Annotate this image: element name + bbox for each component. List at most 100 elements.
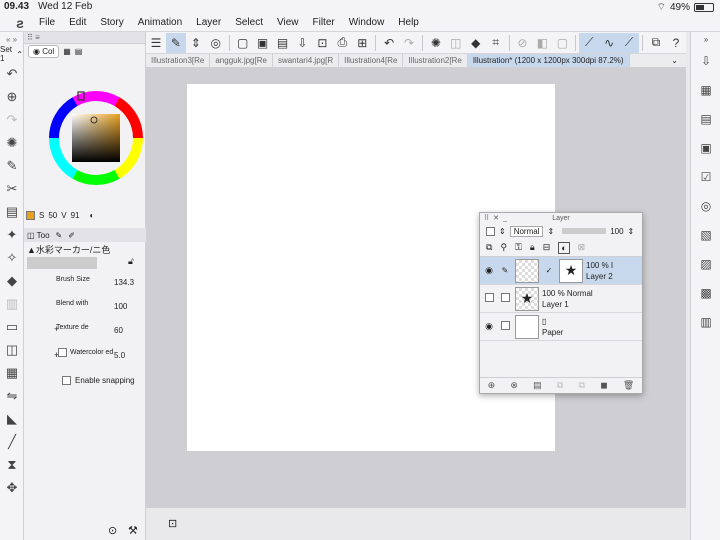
paste-tool-icon[interactable]: ▥ bbox=[0, 292, 24, 315]
layers-icon[interactable]: ⧉ bbox=[646, 33, 666, 53]
property-panel-icon[interactable]: ☑ bbox=[691, 162, 720, 191]
redo-icon[interactable]: ↷ bbox=[399, 33, 419, 53]
layer-option-toggle[interactable] bbox=[498, 293, 512, 304]
opacity-value[interactable]: 100 bbox=[610, 227, 623, 236]
history-panel-icon[interactable]: ▩ bbox=[691, 278, 720, 307]
collapse-right-icon[interactable]: » bbox=[691, 32, 720, 46]
lock-alpha-icon[interactable]: ⚿ bbox=[515, 242, 522, 253]
menu-view[interactable]: View bbox=[270, 17, 306, 28]
navigator-icon[interactable]: ⊡ bbox=[168, 517, 177, 530]
opacity-slider[interactable] bbox=[562, 228, 607, 234]
new-layer-icon[interactable]: ⧉ bbox=[486, 242, 492, 253]
opacity-stepper-icon[interactable]: ⇕ bbox=[628, 227, 635, 236]
stabilize-icon[interactable]: ⟋ bbox=[579, 32, 600, 53]
flip-tool-icon[interactable]: ⇋ bbox=[0, 384, 24, 407]
menu-icon[interactable]: ☰ bbox=[146, 33, 166, 53]
cloud-icon[interactable]: ◎ bbox=[206, 33, 226, 53]
material-panel-icon[interactable]: ◎ bbox=[691, 191, 720, 220]
layer-row[interactable]: ★ 100 % Normal Layer 1 bbox=[480, 285, 642, 313]
gradient-tool-icon[interactable]: ◣ bbox=[0, 407, 24, 430]
layer-panel-titlebar[interactable]: ⠿ ✕ _ Layer bbox=[480, 213, 642, 223]
texture-density-property[interactable]: Texture de 60 bbox=[54, 322, 142, 346]
deselect-icon[interactable]: ⊘ bbox=[513, 33, 533, 53]
merge-down-icon[interactable]: ⧉ bbox=[557, 380, 563, 391]
select-rect-tool-icon[interactable]: ▭ bbox=[0, 315, 24, 338]
visibility-eye-icon[interactable]: ◉ bbox=[480, 321, 498, 332]
doc-tab[interactable]: Illustration3[Re bbox=[146, 54, 211, 67]
reference-icon[interactable]: ⚲ bbox=[500, 242, 507, 253]
undo-tool-icon[interactable]: ↶ bbox=[0, 62, 24, 85]
print-icon[interactable]: ⎙ bbox=[332, 33, 352, 53]
selection-icon[interactable]: ▢ bbox=[552, 33, 572, 53]
blend-mode-select[interactable]: Normal bbox=[509, 225, 544, 237]
copy-tool-icon[interactable]: ▤ bbox=[0, 200, 24, 223]
menu-layer[interactable]: Layer bbox=[189, 17, 228, 28]
enable-snapping-row[interactable]: Enable snapping bbox=[62, 376, 135, 385]
app-logo-icon[interactable]: ƨ bbox=[8, 14, 32, 32]
new-vector-layer-icon[interactable]: ⊗ bbox=[510, 380, 518, 391]
delete-layer-icon[interactable]: 🗑︎ bbox=[623, 380, 634, 391]
menu-animation[interactable]: Animation bbox=[131, 17, 189, 28]
search-panel-icon[interactable]: ▥ bbox=[691, 307, 720, 336]
operation-tool-icon[interactable]: ✺ bbox=[0, 131, 24, 154]
watercolor-edge-checkbox[interactable] bbox=[58, 348, 67, 357]
visibility-toggle[interactable] bbox=[480, 293, 498, 304]
import-icon[interactable]: ⊞ bbox=[352, 33, 372, 53]
doc-tab[interactable]: Illustration2[Re bbox=[403, 54, 468, 67]
new-folder-icon[interactable]: ▤ bbox=[533, 380, 542, 391]
merge-visible-icon[interactable]: ⧉ bbox=[579, 380, 585, 391]
move-tool-icon[interactable]: ✥ bbox=[0, 476, 24, 499]
brush-tab-icon[interactable]: ✎ bbox=[56, 231, 63, 240]
grid-tool-icon[interactable]: ▦ bbox=[0, 361, 24, 384]
menu-help[interactable]: Help bbox=[391, 17, 426, 28]
enable-snapping-checkbox[interactable] bbox=[62, 376, 71, 385]
export-icon[interactable]: ⇩ bbox=[292, 33, 312, 53]
menu-window[interactable]: Window bbox=[342, 17, 392, 28]
zoom-tool-icon[interactable]: ⊕ bbox=[0, 85, 24, 108]
blend-stepper-icon[interactable]: ⇕ bbox=[499, 227, 506, 236]
sub-tool-panel-icon[interactable]: ▤ bbox=[691, 104, 720, 133]
layer-row[interactable]: ◉ ✎ ✓ ★ 100 % I Layer 2 bbox=[480, 257, 642, 285]
blend-with-property[interactable]: Blend with 100 ⌄ bbox=[54, 298, 159, 322]
layer-property-panel-icon[interactable]: ▧ bbox=[691, 220, 720, 249]
color-set-panel-icon[interactable]: ▦ bbox=[691, 75, 720, 104]
reset-icon[interactable]: ⊙ bbox=[108, 524, 117, 537]
layer-color-swatch[interactable] bbox=[486, 226, 495, 236]
loading-icon[interactable]: ✺ bbox=[426, 33, 446, 53]
set-selector[interactable]: Set 1 ⌃ bbox=[0, 45, 23, 63]
stroke-icon[interactable]: ∿ bbox=[599, 32, 620, 53]
expand-icon[interactable]: ⇕ bbox=[186, 33, 206, 53]
doc-tab[interactable]: Illustration4[Re bbox=[339, 54, 404, 67]
color-set-tab-icon[interactable]: ▦ bbox=[63, 47, 71, 56]
menu-file[interactable]: File bbox=[32, 17, 62, 28]
color-tab[interactable]: ◉ Col bbox=[28, 44, 60, 58]
brush-size-value[interactable]: 134.3 bbox=[114, 278, 134, 287]
visibility-eye-icon[interactable]: ◉ bbox=[480, 265, 498, 276]
cut-tool-icon[interactable]: ✂ bbox=[0, 177, 24, 200]
menu-filter[interactable]: Filter bbox=[305, 17, 341, 28]
open-file-icon[interactable]: ▣ bbox=[253, 33, 273, 53]
main-color-swatch[interactable] bbox=[26, 210, 35, 220]
ruler-icon[interactable]: ⟋ bbox=[619, 32, 640, 53]
line-tool-icon[interactable]: ╱ bbox=[0, 430, 24, 453]
blend-dropdown-icon[interactable]: ⇕ bbox=[547, 227, 554, 236]
animation-panel-icon[interactable]: ▨ bbox=[691, 249, 720, 278]
redo-tool-icon[interactable]: ↷ bbox=[0, 108, 24, 131]
crop-icon[interactable]: ⌗ bbox=[486, 33, 506, 53]
pen-tab-icon[interactable]: ✐ bbox=[68, 231, 75, 240]
new-raster-layer-icon[interactable]: ⊕ bbox=[488, 380, 496, 391]
transform-tool-icon[interactable]: ◫ bbox=[0, 338, 24, 361]
new-file-icon[interactable]: ▢ bbox=[233, 33, 253, 53]
invert-selection-icon[interactable]: ◧ bbox=[533, 33, 553, 53]
clip-icon[interactable]: ⊟ bbox=[543, 242, 551, 253]
brush-size-property[interactable]: Brush Size 134.3 ⌄ bbox=[54, 274, 159, 298]
watercolor-edge-value[interactable]: 5.0 bbox=[114, 351, 125, 360]
fill-icon[interactable]: ◆ bbox=[466, 33, 486, 53]
undo-icon[interactable]: ↶ bbox=[379, 33, 399, 53]
clear-icon[interactable]: ◫ bbox=[446, 33, 466, 53]
navigator-panel-icon[interactable]: ▣ bbox=[691, 133, 720, 162]
ruler-layer-icon[interactable]: ⊠ bbox=[578, 242, 586, 253]
watercolor-edge-property[interactable]: Watercolor ed 5.0 bbox=[54, 347, 142, 371]
settings-wrench-icon[interactable]: ⚒ bbox=[128, 524, 138, 537]
sparkle-tool-icon[interactable]: ✦ bbox=[0, 223, 24, 246]
